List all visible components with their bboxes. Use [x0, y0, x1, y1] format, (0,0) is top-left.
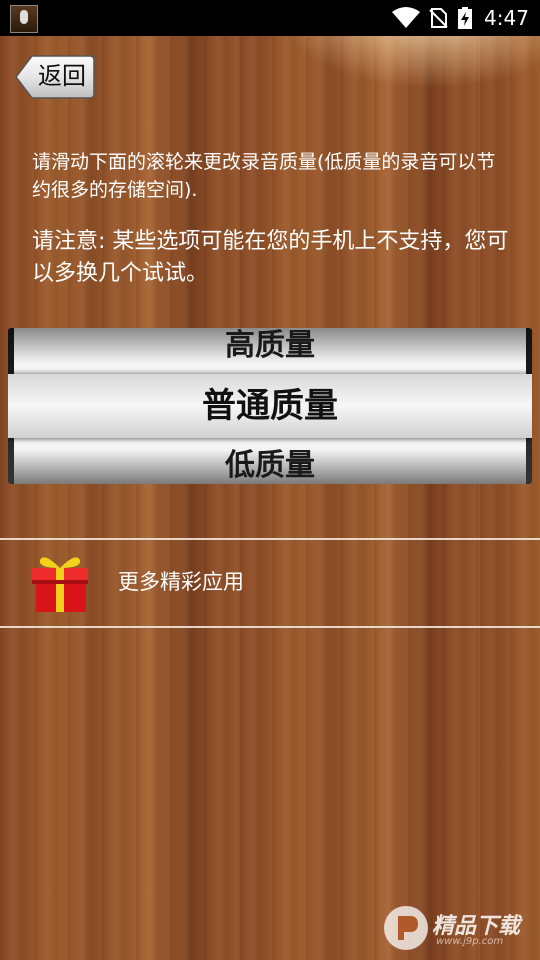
no-sim-icon — [429, 8, 448, 28]
back-button[interactable]: 返回 — [14, 54, 95, 99]
battery-charging-icon — [458, 7, 472, 29]
more-apps-row[interactable]: 更多精彩应用 — [0, 540, 540, 626]
status-bar: 4:47 — [0, 0, 540, 36]
watermark-logo-icon — [384, 906, 428, 950]
status-time: 4:47 — [484, 6, 529, 30]
picker-option-normal-selected[interactable]: 普通质量 — [8, 374, 532, 438]
wifi-icon — [392, 7, 420, 28]
picker-option-low[interactable]: 低质量 — [14, 446, 526, 484]
more-apps-label: 更多精彩应用 — [118, 570, 244, 594]
watermark-url: www.j9p.com — [436, 936, 504, 947]
quality-picker-wheel[interactable]: 高质量 低质量 普通质量 — [8, 328, 532, 484]
picker-option-high[interactable]: 高质量 — [14, 328, 526, 366]
app-icon — [10, 5, 38, 33]
back-button-label: 返回 — [38, 62, 86, 90]
watermark: 精品下载 www.j9p.com — [378, 900, 538, 956]
divider — [0, 626, 540, 628]
instructions-text: 请滑动下面的滚轮来更改录音质量(低质量的录音可以节约很多的存储空间). — [32, 151, 496, 201]
gift-icon — [32, 557, 88, 612]
app-screen: 4:47 返回 请滑动下面的滚轮来更改录音质量(低质量的录音可以节约很多的存储空… — [0, 0, 540, 960]
picker-selection-band: 普通质量 — [8, 374, 532, 438]
note-text: 请注意: 某些选项可能在您的手机上不支持，您可以多换几个试试。 — [32, 229, 509, 286]
